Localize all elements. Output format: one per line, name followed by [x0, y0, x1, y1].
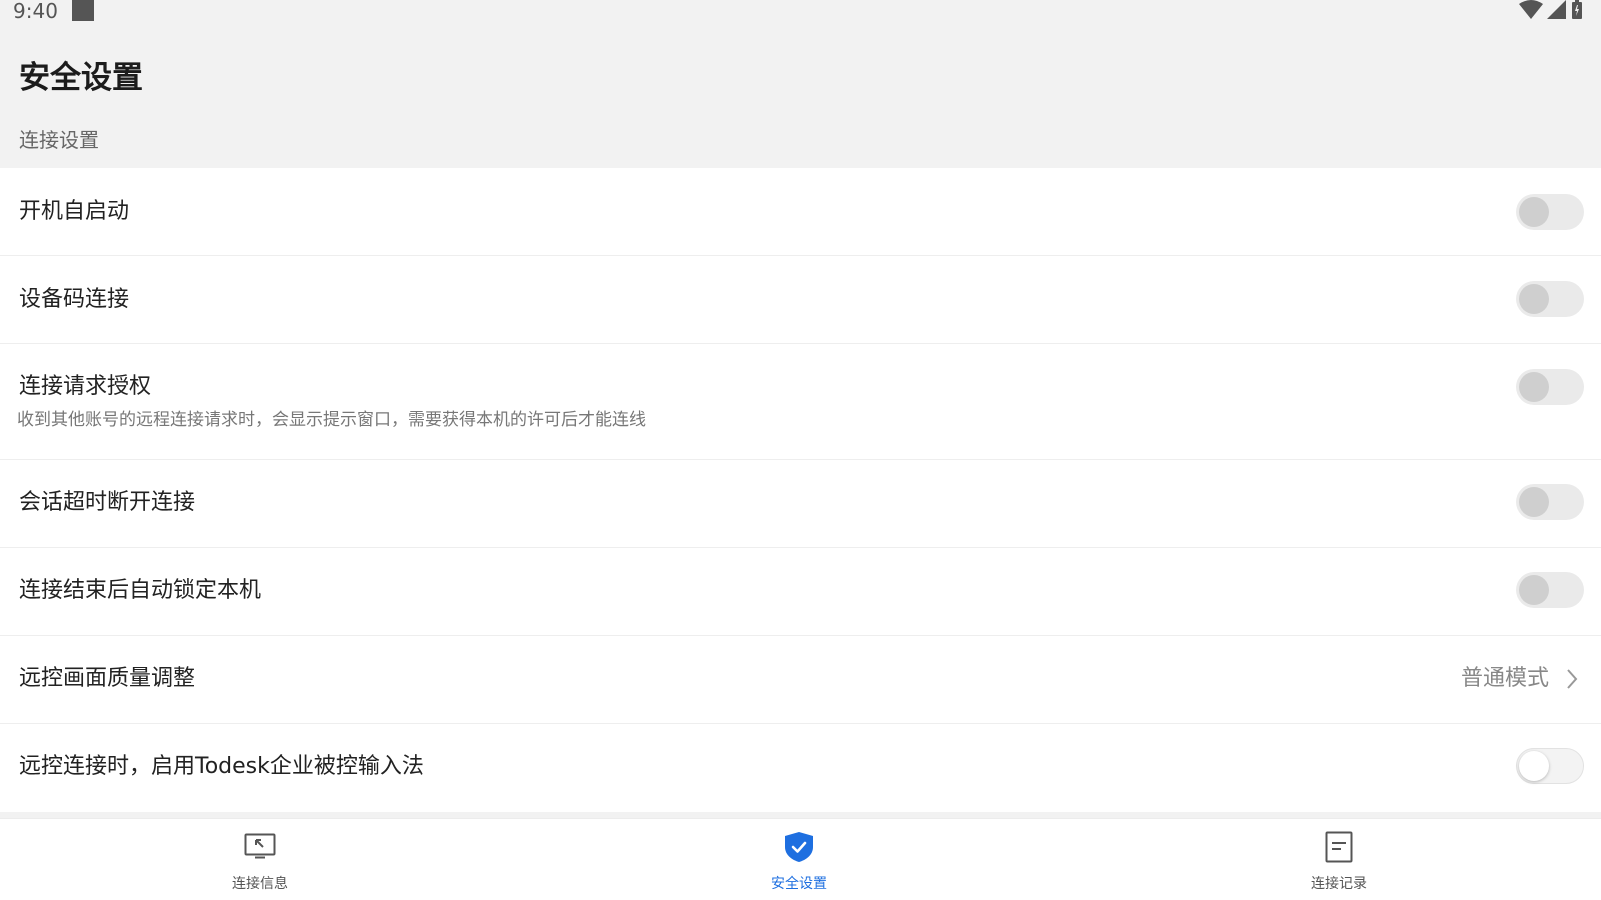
chevron-right-icon	[1567, 669, 1578, 689]
tab-security-settings[interactable]: 安全设置	[699, 819, 899, 900]
setting-label: 会话超时断开连接	[19, 490, 196, 515]
section-label: 连接设置	[19, 128, 99, 152]
setting-row-auto-lock[interactable]: 连接结束后自动锁定本机	[0, 548, 1601, 636]
tab-label: 连接记录	[1311, 876, 1367, 892]
quality-value: 普通模式	[1460, 666, 1549, 691]
setting-row-quality[interactable]: 远控画面质量调整 普通模式	[0, 636, 1601, 724]
input-method-toggle[interactable]	[1516, 748, 1584, 784]
setting-label: 远控画面质量调整	[19, 666, 196, 691]
setting-label: 连接结束后自动锁定本机	[19, 578, 262, 603]
tab-connection-log[interactable]: 连接记录	[1239, 819, 1439, 900]
battery-icon	[1572, 0, 1582, 19]
tab-label: 连接信息	[232, 876, 288, 892]
settings-list: 开机自启动 设备码连接 连接请求授权 收到其他账号的远程连接请求时，会显示提示窗…	[0, 168, 1601, 812]
setting-label: 开机自启动	[19, 199, 130, 224]
toggle-knob	[1519, 372, 1549, 402]
setting-row-session-timeout[interactable]: 会话超时断开连接	[0, 460, 1601, 548]
page-title: 安全设置	[19, 60, 143, 96]
status-icons	[1519, 0, 1583, 20]
document-icon	[1325, 831, 1353, 863]
toggle-knob	[1519, 197, 1549, 227]
tab-connection-info[interactable]: 连接信息	[160, 819, 360, 900]
shield-icon	[785, 832, 813, 862]
device-code-toggle[interactable]	[1516, 281, 1584, 317]
auto-lock-toggle[interactable]	[1516, 572, 1584, 608]
notification-icon	[72, 0, 94, 21]
status-time: 9:40	[13, 0, 58, 23]
connection-auth-toggle[interactable]	[1516, 369, 1584, 405]
toggle-knob	[1519, 751, 1549, 781]
toggle-knob	[1519, 487, 1549, 517]
setting-label: 设备码连接	[19, 287, 130, 312]
setting-description: 收到其他账号的远程连接请求时，会显示提示窗口，需要获得本机的许可后才能连线	[17, 410, 646, 430]
cellular-signal-icon	[1547, 0, 1566, 19]
setting-label: 远控连接时，启用Todesk企业被控输入法	[19, 754, 424, 779]
toggle-knob	[1519, 575, 1549, 605]
session-timeout-toggle[interactable]	[1516, 484, 1584, 520]
monitor-icon	[244, 833, 276, 859]
setting-row-input-method[interactable]: 远控连接时，启用Todesk企业被控输入法	[0, 724, 1601, 812]
wifi-icon	[1519, 0, 1543, 19]
setting-row-auto-start[interactable]: 开机自启动	[0, 168, 1601, 256]
setting-row-device-code[interactable]: 设备码连接	[0, 256, 1601, 344]
tab-label: 安全设置	[771, 876, 827, 892]
setting-label: 连接请求授权	[19, 374, 152, 399]
setting-row-connection-auth[interactable]: 连接请求授权 收到其他账号的远程连接请求时，会显示提示窗口，需要获得本机的许可后…	[0, 344, 1601, 460]
bottom-nav: 连接信息 安全设置 连接记录	[0, 818, 1601, 900]
status-bar: 9:40	[0, 0, 1601, 24]
toggle-knob	[1519, 284, 1549, 314]
auto-start-toggle[interactable]	[1516, 194, 1584, 230]
